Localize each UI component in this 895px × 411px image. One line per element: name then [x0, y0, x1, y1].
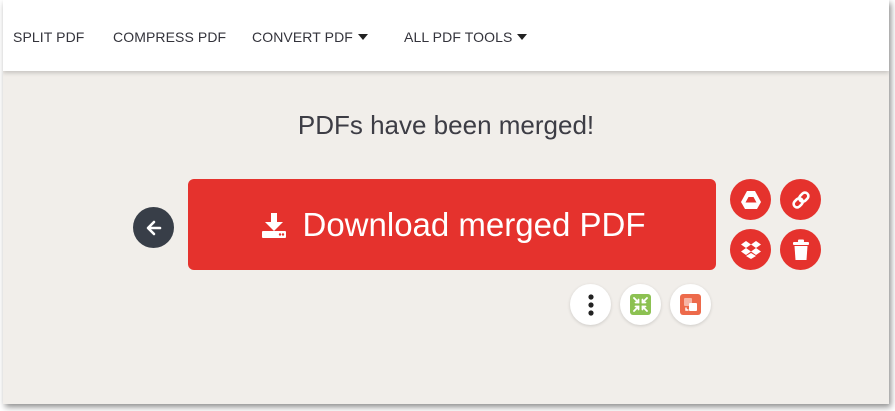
- download-icon: [259, 210, 289, 240]
- nav-all-pdf-tools-label: ALL PDF TOOLS: [404, 29, 513, 45]
- more-options-button[interactable]: [570, 284, 611, 325]
- trash-icon: [792, 239, 809, 260]
- caret-down-icon: [357, 34, 368, 40]
- download-button-label: Download merged PDF: [302, 205, 646, 243]
- more-vertical-icon: [587, 293, 594, 316]
- nav-split-pdf[interactable]: SPLIT PDF: [13, 29, 84, 45]
- link-icon: [791, 190, 810, 209]
- nav-split-pdf-label: SPLIT PDF: [13, 29, 85, 45]
- nav-convert-pdf[interactable]: CONVERT PDF: [252, 29, 368, 45]
- nav-convert-pdf-label: CONVERT PDF: [252, 29, 353, 45]
- delete-button[interactable]: [780, 229, 821, 270]
- download-merged-pdf-button[interactable]: Download merged PDF: [188, 179, 716, 270]
- convert-pdf-button[interactable]: [670, 284, 711, 325]
- nav-compress-pdf-label: COMPRESS PDF: [113, 29, 227, 45]
- page-title: PDFs have been merged!: [297, 110, 595, 140]
- copy-link-button[interactable]: [780, 179, 821, 220]
- arrow-left-icon: [146, 220, 161, 235]
- nav-all-pdf-tools[interactable]: ALL PDF TOOLS: [404, 29, 528, 45]
- dropbox-icon: [740, 240, 761, 259]
- compress-pdf-button[interactable]: [620, 284, 661, 325]
- back-button[interactable]: [133, 207, 174, 248]
- save-to-dropbox-button[interactable]: [730, 229, 771, 270]
- save-to-google-drive-button[interactable]: [730, 179, 771, 220]
- convert-icon: [680, 294, 701, 315]
- top-navigation: SPLIT PDF COMPRESS PDF CONVERT PDF ALL P…: [3, 0, 889, 71]
- caret-down-icon: [517, 34, 528, 40]
- google-drive-icon: [740, 190, 761, 209]
- app-window: SPLIT PDF COMPRESS PDF CONVERT PDF ALL P…: [3, 0, 889, 404]
- compress-icon: [630, 294, 651, 315]
- nav-compress-pdf[interactable]: COMPRESS PDF: [113, 29, 226, 45]
